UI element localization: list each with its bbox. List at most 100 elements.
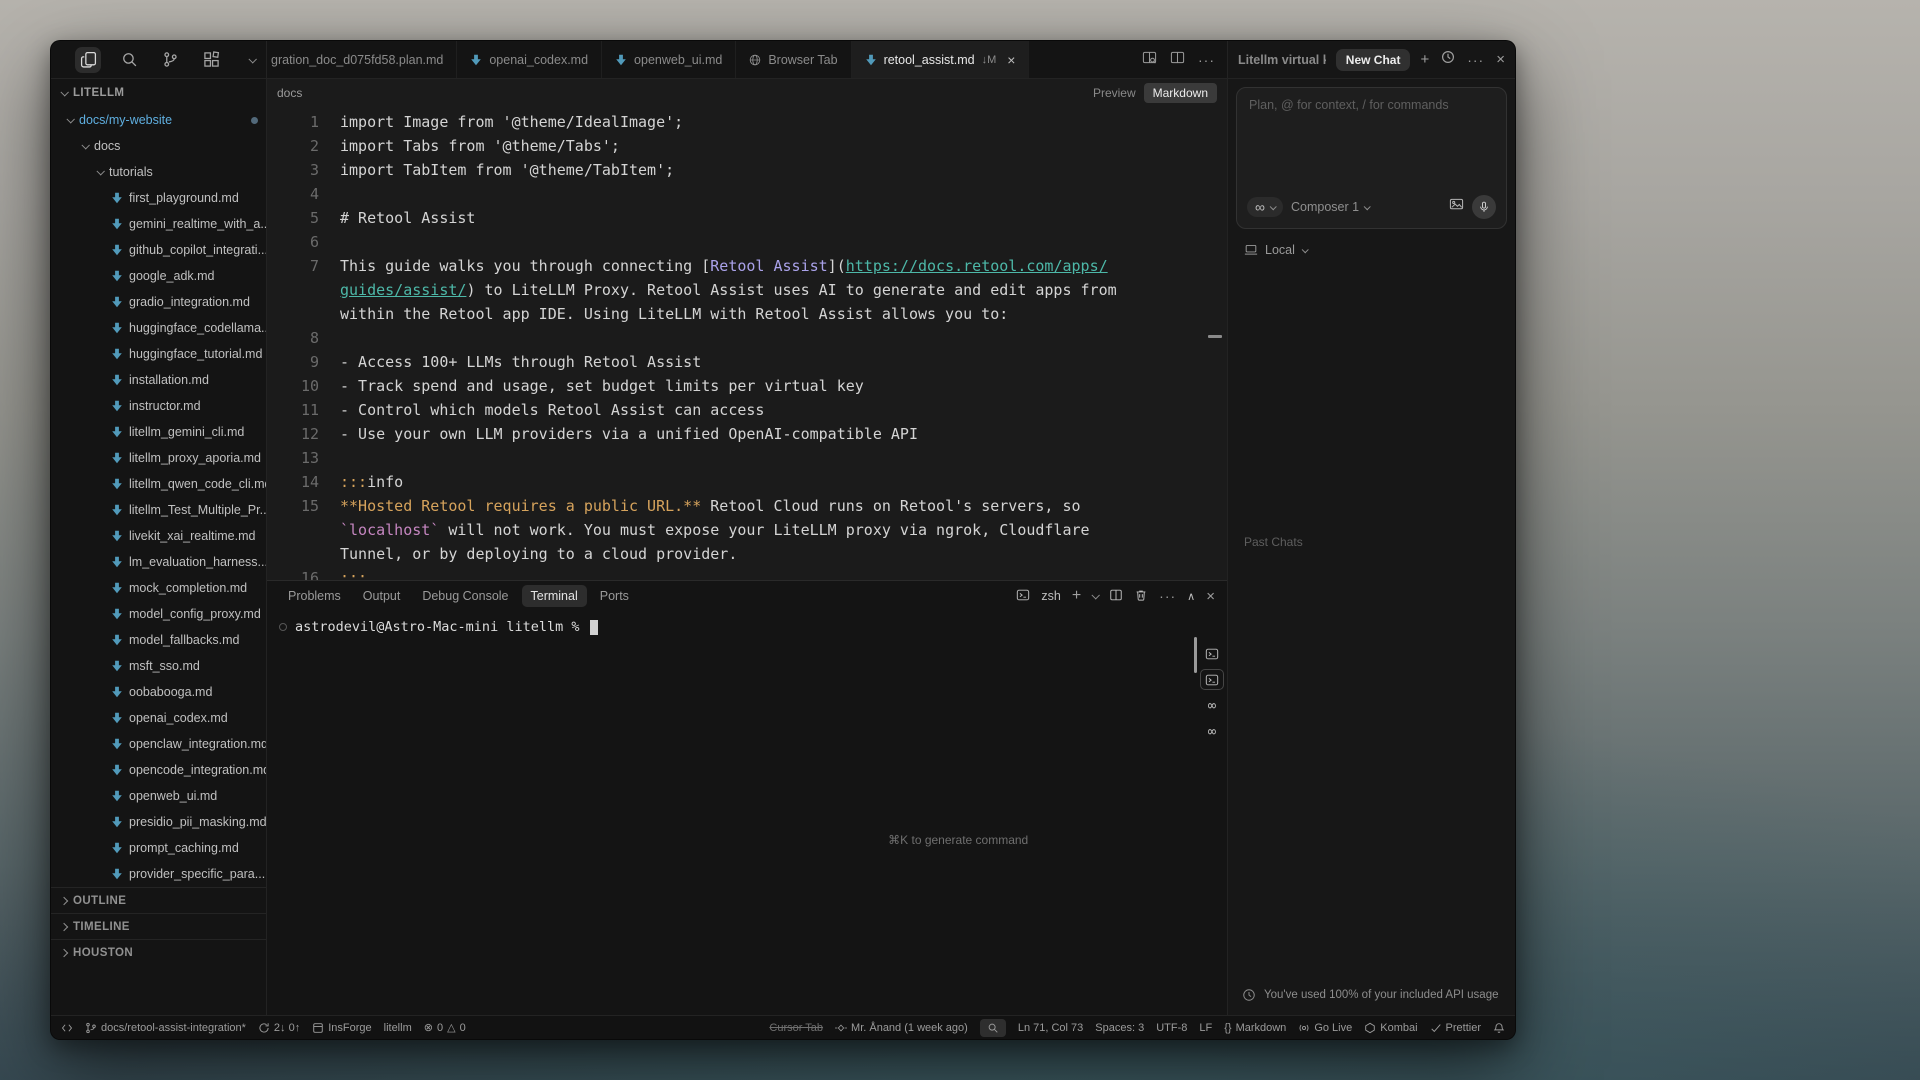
chat-more-icon[interactable]: ··· xyxy=(1467,52,1484,68)
tree-file-item[interactable]: openai_codex.md xyxy=(51,705,266,731)
tree-file-item[interactable]: provider_specific_para... xyxy=(51,861,266,887)
terminal-instance-icon-active[interactable] xyxy=(1200,669,1224,690)
prettier-button[interactable]: Prettier xyxy=(1430,1022,1481,1034)
tree-file-item[interactable]: gemini_realtime_with_a... xyxy=(51,211,266,237)
tree-file-item[interactable]: litellm_qwen_code_cli.md xyxy=(51,471,266,497)
tree-folder-item[interactable]: tutorials xyxy=(51,159,266,185)
tree-file-item[interactable]: model_fallbacks.md xyxy=(51,627,266,653)
search-icon[interactable] xyxy=(116,47,142,73)
shell-label[interactable]: zsh xyxy=(1041,589,1060,603)
tree-folder-item[interactable]: docs xyxy=(51,133,266,159)
code-editor[interactable]: 1import Image from '@theme/IdealImage';2… xyxy=(267,107,1227,580)
panel-tab-terminal[interactable]: Terminal xyxy=(522,585,587,607)
sidebar-section[interactable]: HOUSTON xyxy=(51,939,266,965)
chevron-down-icon[interactable] xyxy=(239,47,265,73)
eol-type[interactable]: LF xyxy=(1199,1022,1212,1034)
scrollbar-marker[interactable] xyxy=(1208,335,1222,338)
terminal-instance-icon[interactable] xyxy=(1200,643,1224,664)
tree-file-item[interactable]: instructor.md xyxy=(51,393,266,419)
sidebar-section[interactable]: OUTLINE xyxy=(51,887,266,913)
split-editor-icon[interactable] xyxy=(1170,50,1185,70)
tree-file-item[interactable]: openweb_ui.md xyxy=(51,783,266,809)
past-chats-label[interactable]: Past Chats xyxy=(1228,535,1515,549)
close-tab-icon[interactable]: × xyxy=(1007,53,1015,67)
encoding[interactable]: UTF-8 xyxy=(1156,1022,1187,1034)
explorer-icon[interactable] xyxy=(75,47,101,73)
open-search-editor-icon[interactable] xyxy=(1142,50,1157,70)
split-terminal-icon[interactable] xyxy=(1109,588,1123,605)
tree-file-item[interactable]: litellm_Test_Multiple_Pr... xyxy=(51,497,266,523)
tree-file-item[interactable]: installation.md xyxy=(51,367,266,393)
close-panel-icon[interactable]: × xyxy=(1496,52,1505,67)
go-live-button[interactable]: Go Live xyxy=(1298,1022,1352,1034)
tree-file-item[interactable]: gradio_integration.md xyxy=(51,289,266,315)
git-blame-item[interactable]: Mr. Ånand (1 week ago) xyxy=(835,1022,968,1034)
remote-indicator[interactable] xyxy=(61,1022,73,1034)
explorer-section-header[interactable]: LITELLM xyxy=(51,79,266,107)
close-panel-icon[interactable]: × xyxy=(1206,589,1215,604)
tree-file-item[interactable]: opencode_integration.md xyxy=(51,757,266,783)
breadcrumb-item[interactable]: docs xyxy=(277,86,302,100)
tree-file-item[interactable]: oobabooga.md xyxy=(51,679,266,705)
tree-file-item[interactable]: mock_completion.md xyxy=(51,575,266,601)
panel-tab-problems[interactable]: Problems xyxy=(279,585,350,607)
cursor-position[interactable]: Ln 71, Col 73 xyxy=(1018,1022,1083,1034)
tree-file-item[interactable]: google_adk.md xyxy=(51,263,266,289)
git-branch-item[interactable]: docs/retool-assist-integration* xyxy=(85,1022,246,1034)
problems-item[interactable]: ⊗ 0 △ 0 xyxy=(424,1021,466,1034)
maximize-panel-icon[interactable]: ∧ xyxy=(1187,590,1195,603)
attach-image-icon[interactable] xyxy=(1449,197,1464,217)
tree-file-item[interactable]: lm_evaluation_harness.... xyxy=(51,549,266,575)
history-clock-icon[interactable] xyxy=(1441,50,1455,69)
preview-button[interactable]: Preview xyxy=(1093,86,1136,100)
sidebar-section[interactable]: TIMELINE xyxy=(51,913,266,939)
search-status-button[interactable] xyxy=(980,1019,1006,1037)
editor-tab[interactable]: openweb_ui.md xyxy=(602,41,736,78)
tree-file-item[interactable]: huggingface_tutorial.md xyxy=(51,341,266,367)
tree-file-item[interactable]: model_config_proxy.md xyxy=(51,601,266,627)
terminal-viewport[interactable]: astrodevil@Astro-Mac-mini litellm % ⌘K t… xyxy=(267,611,1227,1015)
terminal-scrollbar[interactable] xyxy=(1194,637,1197,673)
tree-file-item[interactable]: litellm_proxy_aporia.md xyxy=(51,445,266,471)
insforge-item[interactable]: InsForge xyxy=(312,1022,371,1034)
tree-file-item[interactable]: presidio_pii_masking.md xyxy=(51,809,266,835)
more-actions-icon[interactable]: ··· xyxy=(1198,52,1215,68)
tree-folder-item[interactable]: docs/my-website xyxy=(51,107,266,133)
panel-more-icon[interactable]: ··· xyxy=(1159,588,1176,604)
environment-selector[interactable]: Local xyxy=(1228,237,1515,263)
tree-file-item[interactable]: github_copilot_integrati... xyxy=(51,237,266,263)
tree-file-item[interactable]: first_playground.md xyxy=(51,185,266,211)
panel-tab-output[interactable]: Output xyxy=(354,585,410,607)
tree-file-item[interactable]: huggingface_codellama... xyxy=(51,315,266,341)
tree-file-item[interactable]: prompt_caching.md xyxy=(51,835,266,861)
editor-tab[interactable]: retool_assist.md↓M× xyxy=(852,41,1030,78)
panel-tab-debug-console[interactable]: Debug Console xyxy=(413,585,517,607)
indentation[interactable]: Spaces: 3 xyxy=(1095,1022,1144,1034)
extensions-icon[interactable] xyxy=(198,47,224,73)
git-sync-item[interactable]: 2↓ 0↑ xyxy=(258,1022,300,1034)
agent-mode-pill[interactable]: ∞ xyxy=(1247,197,1283,217)
editor-tab[interactable]: Browser Tab xyxy=(736,41,851,78)
markdown-mode-button[interactable]: Markdown xyxy=(1144,83,1217,103)
source-control-icon[interactable] xyxy=(157,47,183,73)
language-mode[interactable]: {} Markdown xyxy=(1224,1022,1286,1034)
agent-terminal-icon[interactable]: ∞ xyxy=(1200,721,1224,742)
panel-tab-ports[interactable]: Ports xyxy=(591,585,638,607)
notifications-bell-icon[interactable] xyxy=(1493,1022,1505,1034)
tree-file-item[interactable]: msft_sso.md xyxy=(51,653,266,679)
tree-file-item[interactable]: openclaw_integration.md xyxy=(51,731,266,757)
agent-terminal-icon[interactable]: ∞ xyxy=(1200,695,1224,716)
chevron-down-icon[interactable] xyxy=(1092,591,1100,599)
tree-file-item[interactable]: litellm_gemini_cli.md xyxy=(51,419,266,445)
project-name[interactable]: litellm xyxy=(384,1022,412,1034)
new-terminal-icon[interactable]: + xyxy=(1072,588,1081,604)
add-chat-icon[interactable]: + xyxy=(1420,52,1429,67)
cursor-tab-toggle[interactable]: Cursor Tab xyxy=(769,1022,823,1034)
kombai-button[interactable]: Kombai xyxy=(1364,1022,1417,1034)
editor-tab[interactable]: openai_codex.md xyxy=(457,41,602,78)
kill-terminal-icon[interactable] xyxy=(1134,588,1148,605)
new-chat-button[interactable]: New Chat xyxy=(1336,49,1411,71)
tree-file-item[interactable]: livekit_xai_realtime.md xyxy=(51,523,266,549)
editor-tab[interactable]: gration_doc_d075fd58.plan.md xyxy=(267,41,457,78)
voice-input-icon[interactable] xyxy=(1472,195,1496,219)
